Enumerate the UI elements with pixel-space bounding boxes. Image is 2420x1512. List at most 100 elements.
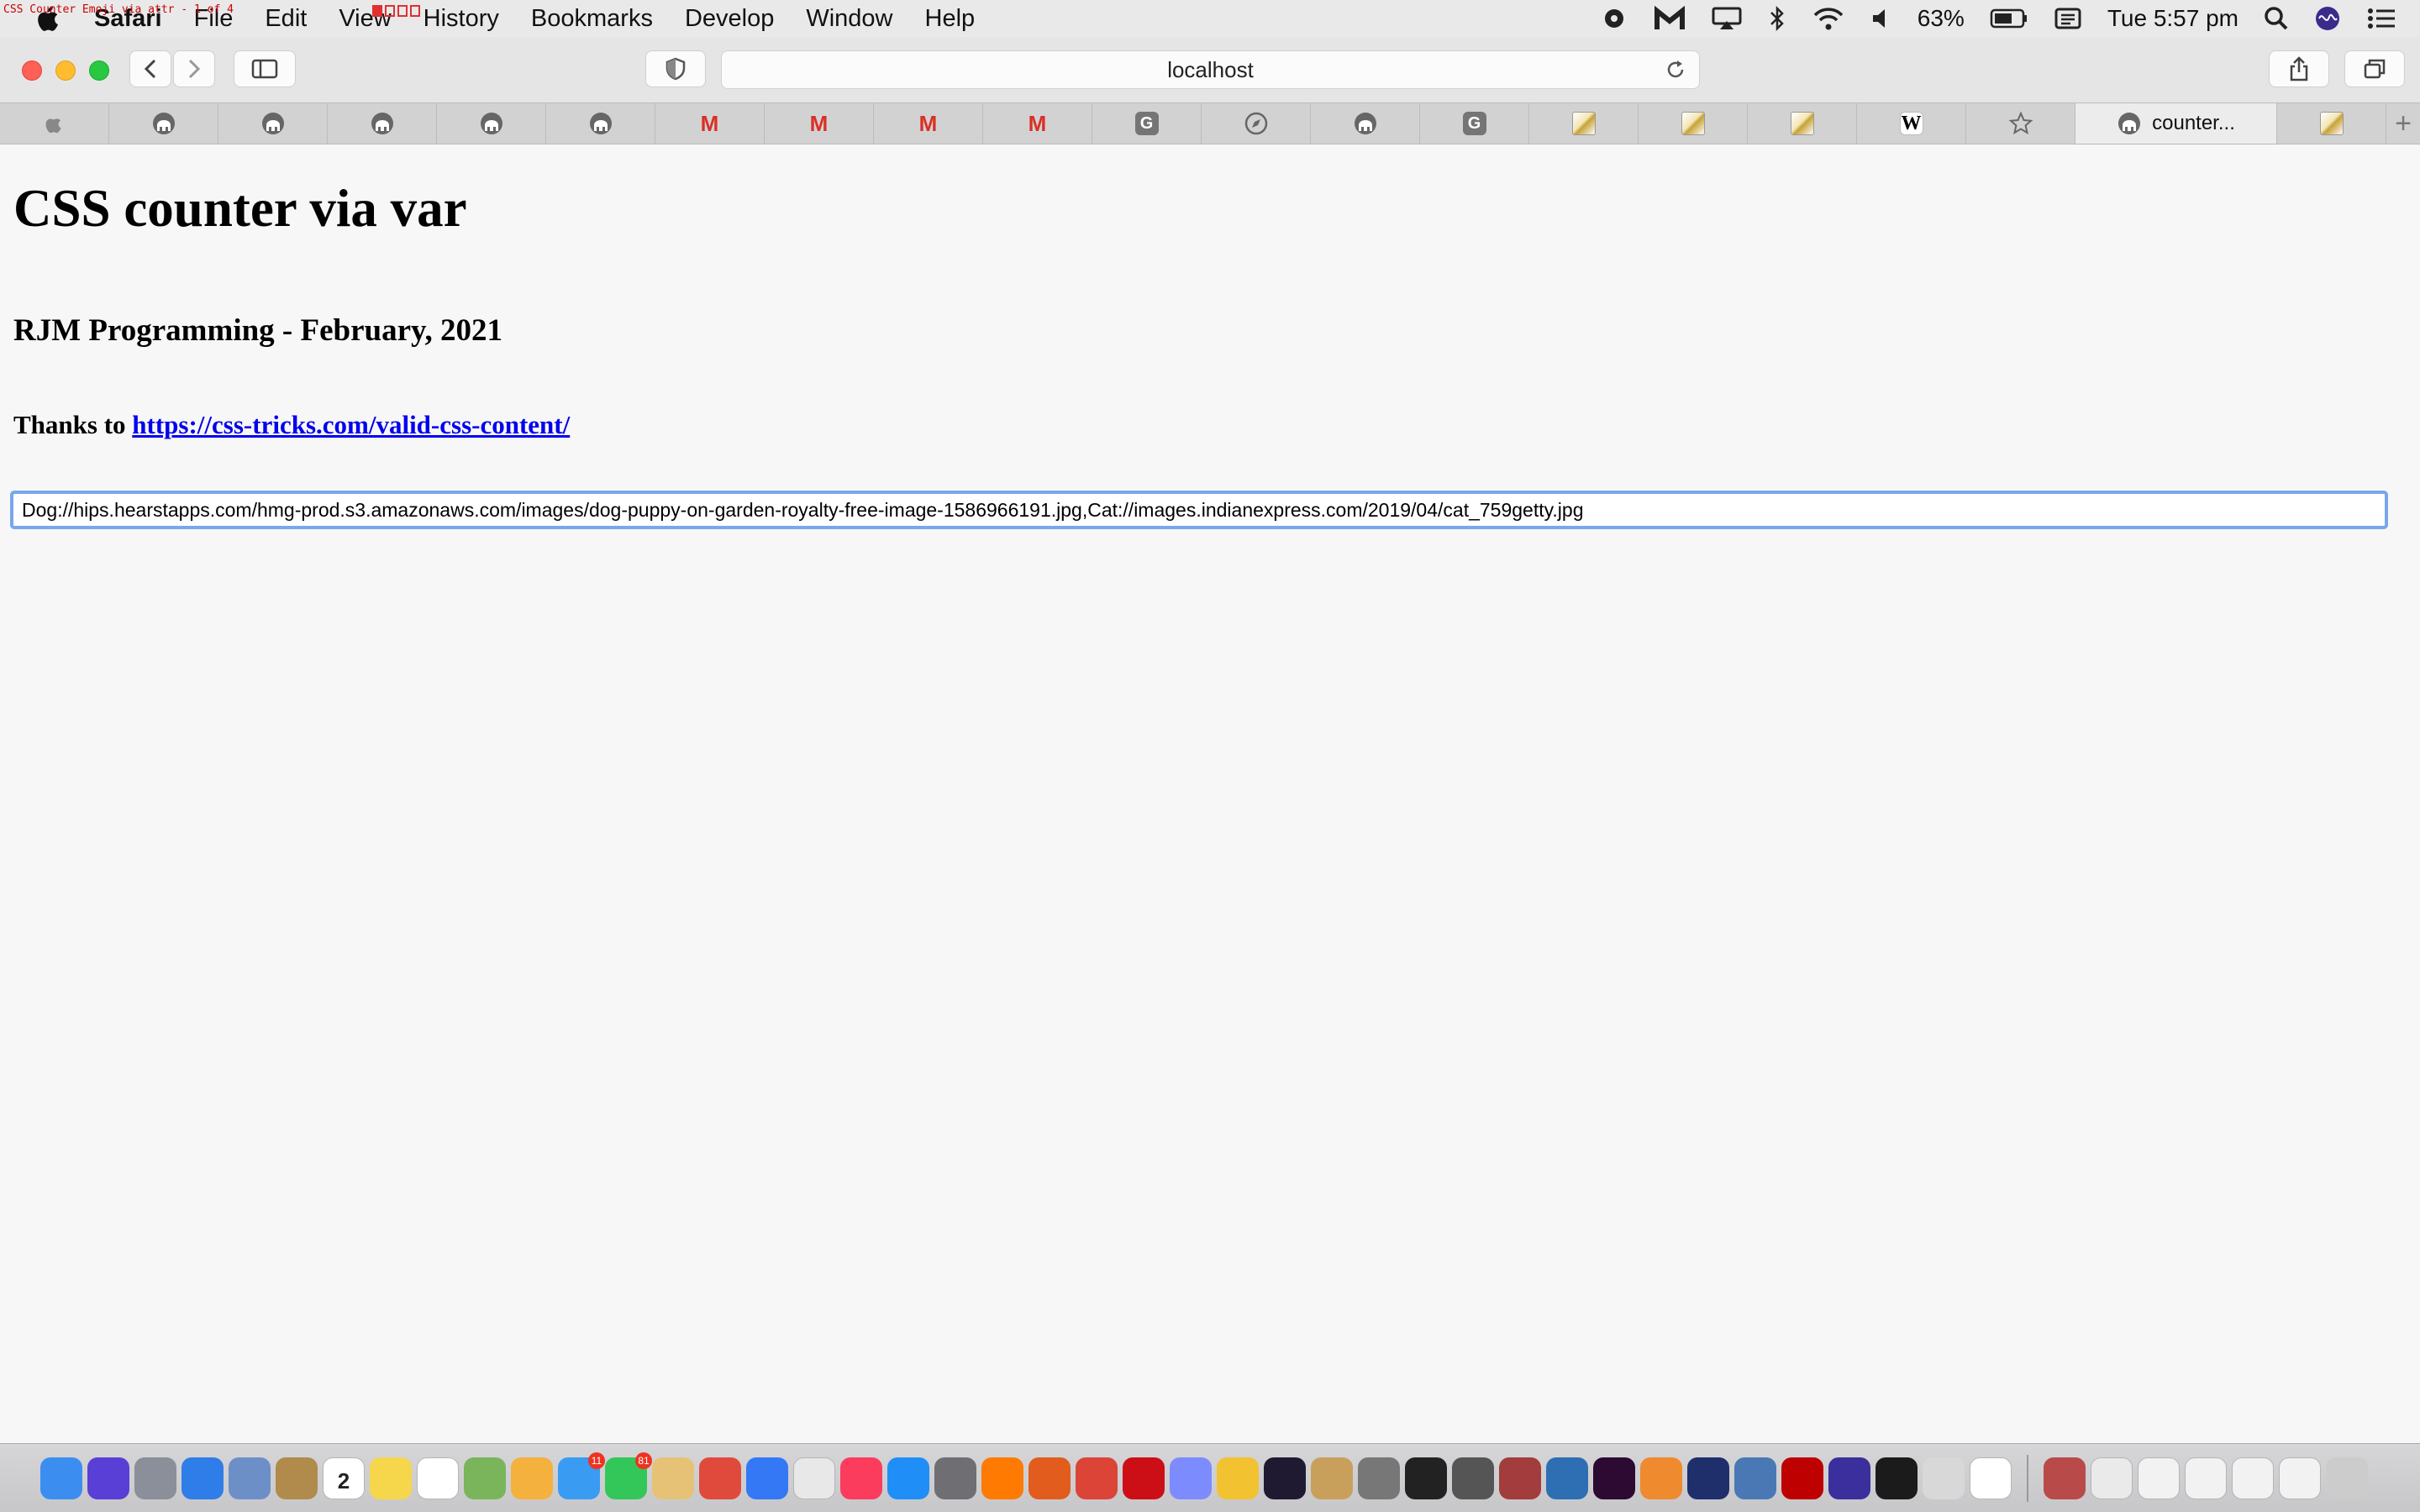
dock-app-icon[interactable] [134, 1457, 176, 1499]
image-urls-input[interactable] [10, 491, 2388, 529]
dock-app-icon[interactable]: 11 [558, 1452, 605, 1499]
dock-app-icon[interactable] [1028, 1457, 1071, 1499]
siri-icon[interactable] [2314, 5, 2341, 32]
tab-gmail[interactable]: M [983, 103, 1092, 144]
tab-elephant[interactable] [218, 103, 328, 144]
dock-app-icon[interactable] [746, 1457, 788, 1499]
menu-help[interactable]: Help [925, 5, 976, 33]
dock-app-icon[interactable] [1123, 1457, 1165, 1499]
dock-app-icon[interactable] [1876, 1457, 1918, 1499]
dock-app-icon[interactable]: 2 [323, 1457, 365, 1499]
dock-app-icon[interactable] [699, 1457, 741, 1499]
tab-image[interactable] [1529, 103, 1639, 144]
dock-app-icon[interactable] [1781, 1457, 1823, 1499]
dock-app-icon[interactable] [1405, 1457, 1447, 1499]
spotlight-search-icon[interactable] [2264, 6, 2289, 31]
sidebar-button[interactable] [234, 50, 296, 87]
dock-app-icon[interactable] [276, 1457, 318, 1499]
tab-image[interactable] [1639, 103, 1748, 144]
volume-icon[interactable] [1870, 6, 1892, 31]
dock-app-icon[interactable] [2232, 1457, 2274, 1499]
tab-google[interactable]: G [1092, 103, 1202, 144]
input-menu-icon[interactable] [2054, 6, 2082, 31]
menu-bookmarks[interactable]: Bookmarks [531, 5, 653, 33]
clock[interactable]: Tue 5:57 pm [2107, 5, 2238, 32]
dock-app-icon[interactable] [887, 1457, 929, 1499]
dock-app-icon[interactable] [2185, 1457, 2227, 1499]
minimize-window-button[interactable] [55, 60, 76, 81]
address-bar[interactable]: localhost [721, 50, 1700, 89]
dock-app-icon[interactable] [370, 1457, 412, 1499]
airplay-icon[interactable] [1711, 6, 1743, 31]
dock-app-icon[interactable] [1546, 1457, 1588, 1499]
share-button[interactable] [2269, 50, 2329, 87]
dock-app-icon[interactable] [934, 1457, 976, 1499]
dock-app-icon[interactable] [1499, 1457, 1541, 1499]
back-button[interactable] [129, 50, 171, 87]
tab-compass[interactable] [1202, 103, 1311, 144]
menu-edit[interactable]: Edit [265, 5, 307, 33]
dock-app-icon[interactable]: 81 [605, 1452, 652, 1499]
dock-app-icon[interactable] [511, 1457, 553, 1499]
tab-gmail[interactable]: M [655, 103, 765, 144]
dock-app-icon[interactable] [40, 1457, 82, 1499]
tab-wikipedia[interactable]: W [1857, 103, 1966, 144]
dock-app-icon[interactable] [1970, 1457, 2012, 1499]
tab-gmail[interactable]: M [765, 103, 874, 144]
dock-app-icon[interactable] [2044, 1457, 2086, 1499]
dock-app-icon[interactable] [1452, 1457, 1494, 1499]
dock-app-icon[interactable] [182, 1457, 224, 1499]
dock-app-icon[interactable] [1640, 1457, 1682, 1499]
dock-app-icon[interactable] [464, 1457, 506, 1499]
tab-gmail[interactable]: M [874, 103, 983, 144]
show-tabs-button[interactable] [2344, 50, 2405, 87]
dock-app-icon[interactable] [793, 1457, 835, 1499]
dock-app-icon[interactable] [1734, 1457, 1776, 1499]
new-tab-button[interactable]: + [2386, 103, 2420, 144]
tab-image[interactable] [2277, 103, 2386, 144]
tab-apple[interactable] [0, 103, 109, 144]
dock-app-icon[interactable] [840, 1457, 882, 1499]
menu-window[interactable]: Window [806, 5, 892, 33]
wifi-icon[interactable] [1812, 6, 1845, 31]
privacy-report-button[interactable] [645, 50, 706, 87]
menu-history[interactable]: History [424, 5, 499, 33]
css-tricks-link[interactable]: https://css-tricks.com/valid-css-content… [132, 410, 570, 439]
dock-app-icon[interactable] [229, 1457, 271, 1499]
tab-elephant[interactable] [328, 103, 437, 144]
dock-app-icon[interactable] [2279, 1457, 2321, 1499]
dock-app-icon[interactable] [981, 1457, 1023, 1499]
dock-app-icon[interactable] [2091, 1457, 2133, 1499]
dock-app-icon[interactable] [1593, 1457, 1635, 1499]
notification-center-icon[interactable] [2366, 6, 2396, 31]
tab-elephant[interactable] [546, 103, 655, 144]
tab-image[interactable] [1748, 103, 1857, 144]
close-window-button[interactable] [22, 60, 42, 81]
dock-app-icon[interactable] [652, 1457, 694, 1499]
tab-elephant[interactable] [437, 103, 546, 144]
tab-elephant[interactable] [109, 103, 218, 144]
malwarebytes-icon[interactable] [1654, 6, 1686, 31]
battery-icon[interactable] [1990, 8, 2028, 29]
dock-app-icon[interactable] [1828, 1457, 1870, 1499]
forward-button[interactable] [173, 50, 215, 87]
menu-develop[interactable]: Develop [685, 5, 774, 33]
vpn-icon[interactable] [1600, 6, 1628, 31]
dock-app-icon[interactable] [1264, 1457, 1306, 1499]
tab-star[interactable] [1966, 103, 2075, 144]
dock-app-icon[interactable] [1311, 1457, 1353, 1499]
reload-icon[interactable] [1664, 58, 1687, 81]
dock-app-icon[interactable] [1217, 1457, 1259, 1499]
zoom-window-button[interactable] [89, 60, 109, 81]
tab-google[interactable]: G [1420, 103, 1529, 144]
bluetooth-icon[interactable] [1768, 5, 1786, 32]
dock-app-icon[interactable] [417, 1457, 459, 1499]
dock-app-icon[interactable] [1687, 1457, 1729, 1499]
dock-app-icon[interactable] [87, 1457, 129, 1499]
dock-app-icon[interactable] [1076, 1457, 1118, 1499]
dock-app-icon[interactable] [1923, 1457, 1965, 1499]
tab-elephant[interactable] [1311, 103, 1420, 144]
dock-app-icon[interactable] [2138, 1457, 2180, 1499]
tab-active[interactable]: counter... [2075, 103, 2277, 144]
dock-app-icon[interactable] [1358, 1457, 1400, 1499]
